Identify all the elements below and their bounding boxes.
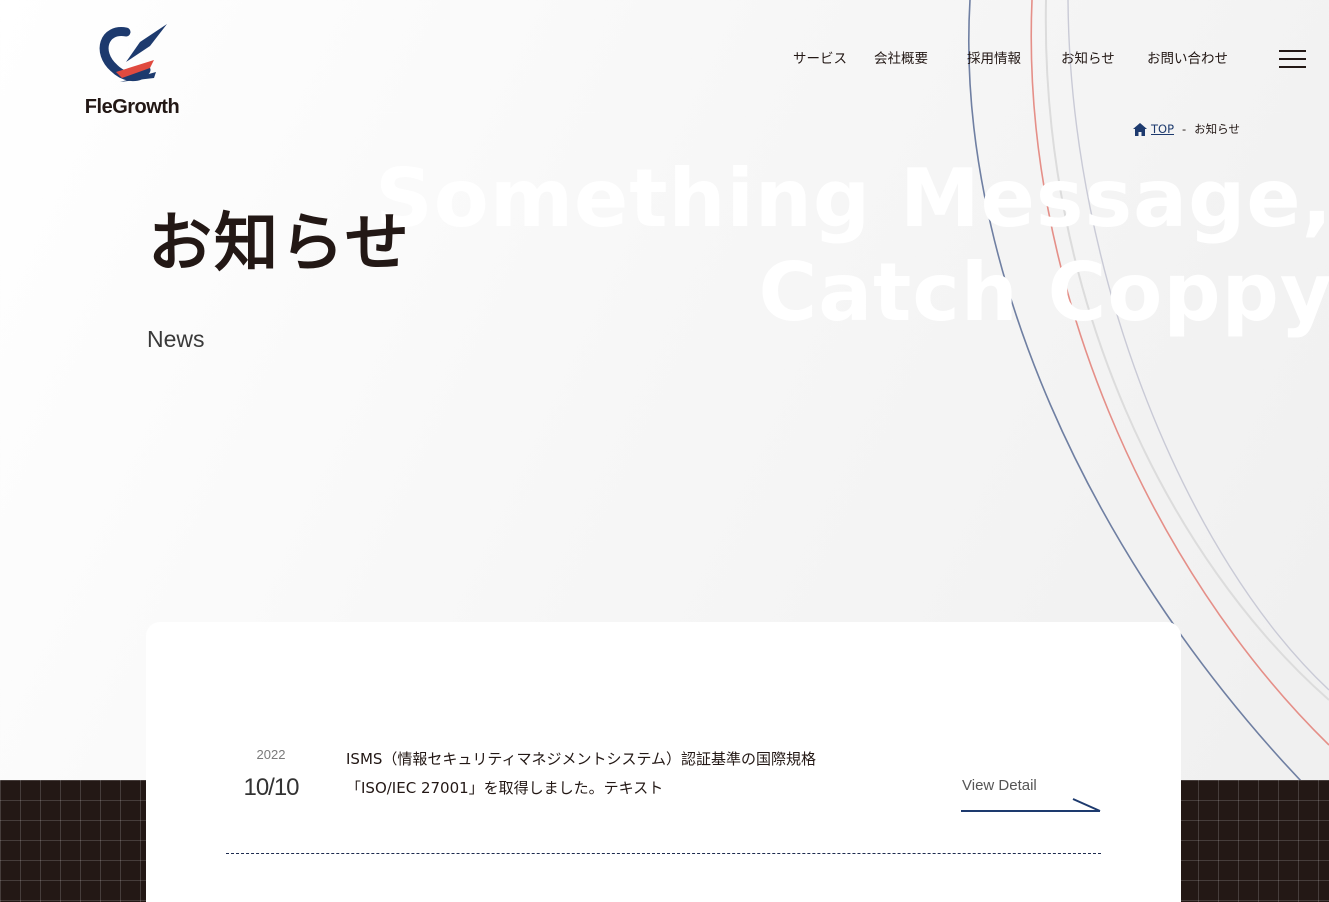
logo-text: FleGrowth <box>84 96 180 118</box>
hamburger-icon[interactable] <box>1279 50 1306 69</box>
arrow-right-icon <box>961 798 1101 812</box>
breadcrumb-current: お知らせ <box>1194 122 1240 136</box>
breadcrumb-home-label: TOP <box>1151 122 1175 136</box>
news-date: 10/10 <box>243 774 299 801</box>
page-title: お知らせ <box>148 207 411 281</box>
grid-decoration-right <box>1178 780 1329 902</box>
logo[interactable]: FleGrowth <box>74 22 190 122</box>
grid-decoration-left <box>0 780 150 902</box>
news-title: ISMS（情報セキュリティマネジメントシステム）認証基準の国際規格 「ISO/I… <box>346 745 886 803</box>
news-item[interactable]: 2022 10/10 ISMS（情報セキュリティマネジメントシステム）認証基準の… <box>226 740 1101 854</box>
breadcrumb-separator: - <box>1182 122 1187 136</box>
global-nav: サービス 会社概要 採用情報 お知らせ お問い合わせ <box>780 48 1241 70</box>
breadcrumb-home[interactable]: TOP <box>1133 122 1174 136</box>
breadcrumb: TOP - お知らせ <box>1133 121 1240 137</box>
nav-item-service[interactable]: サービス <box>780 48 861 70</box>
news-title-line2: 「ISO/IEC 27001」を取得しました。テキスト <box>346 779 664 797</box>
background-catchcopy: Something Message, Catch Coppy <box>375 152 1329 339</box>
nav-item-news[interactable]: お知らせ <box>1048 48 1134 70</box>
home-icon <box>1133 122 1147 136</box>
page-subtitle: News <box>147 326 205 352</box>
logo-mark-icon <box>99 24 167 82</box>
view-detail-link[interactable]: View Detail <box>961 777 1102 813</box>
news-card: 2022 10/10 ISMS（情報セキュリティマネジメントシステム）認証基準の… <box>146 622 1181 902</box>
nav-item-recruit[interactable]: 採用情報 <box>954 48 1048 70</box>
nav-item-company[interactable]: 会社概要 <box>861 48 954 70</box>
nav-item-contact[interactable]: お問い合わせ <box>1134 48 1241 70</box>
news-year: 2022 <box>256 747 286 762</box>
news-title-line1: ISMS（情報セキュリティマネジメントシステム）認証基準の国際規格 <box>346 750 817 768</box>
